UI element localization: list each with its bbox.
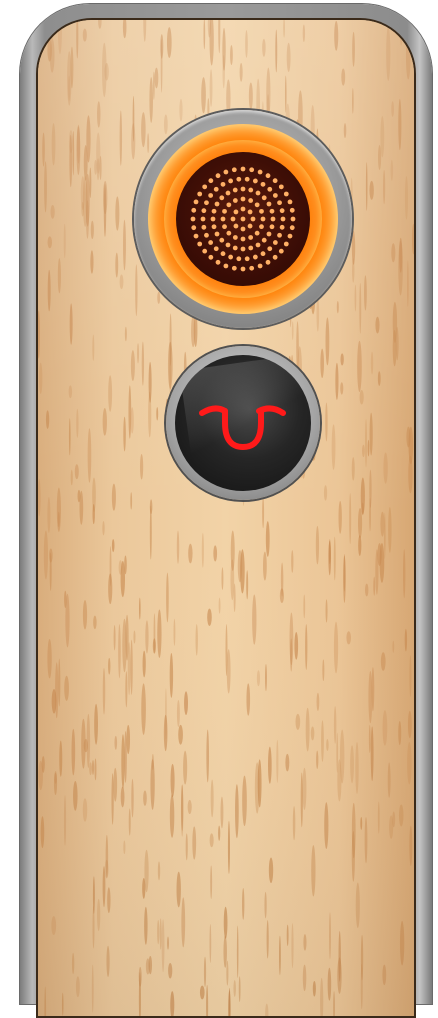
- status-button-face: [175, 355, 311, 491]
- heater-dots-icon: [176, 152, 310, 286]
- wood-body-panel: [36, 18, 416, 1018]
- status-button[interactable]: [166, 346, 320, 500]
- heater-button[interactable]: [134, 110, 352, 328]
- heater-inner-ring: [164, 140, 322, 298]
- logo-u-icon: [199, 405, 286, 451]
- heater-glow-ring: [148, 124, 338, 314]
- vaporizer-device: [20, 4, 432, 1018]
